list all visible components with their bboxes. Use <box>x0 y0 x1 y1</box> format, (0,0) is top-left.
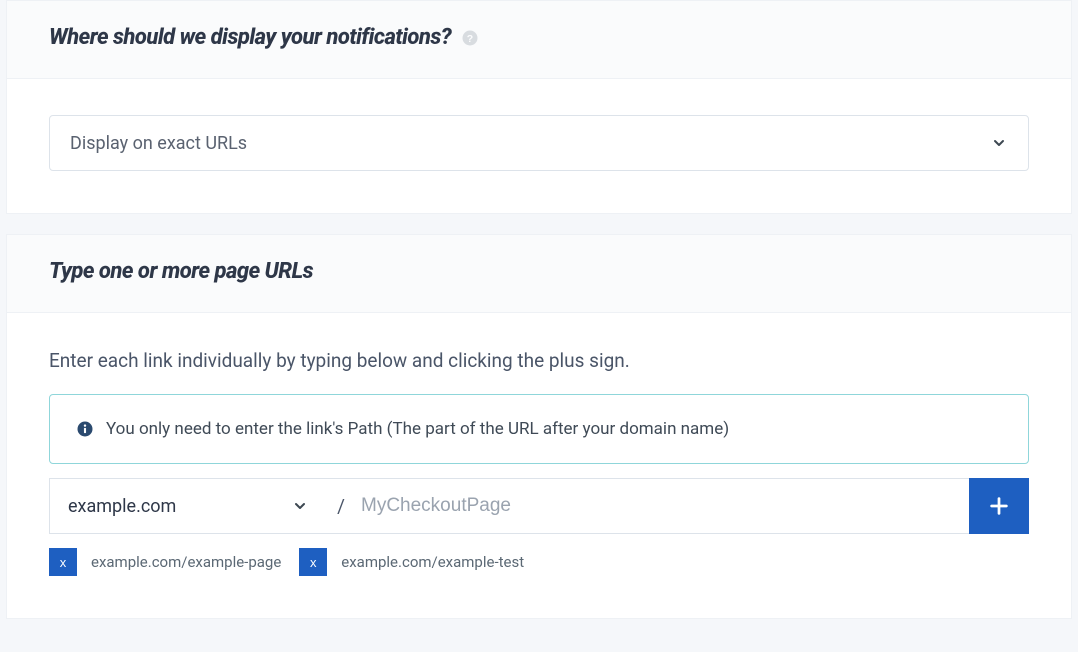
chevron-down-icon <box>291 497 309 515</box>
page-urls-title: Type one or more page URLs <box>49 259 313 284</box>
info-text: You only need to enter the link's Path (… <box>106 419 729 439</box>
display-mode-select[interactable]: Display on exact URLs <box>49 115 1029 171</box>
remove-tag-button[interactable]: x <box>49 548 77 576</box>
instruction-text: Enter each link individually by typing b… <box>49 349 1029 372</box>
path-input[interactable] <box>355 478 969 534</box>
page-urls-panel: Type one or more page URLs Enter each li… <box>6 234 1072 619</box>
remove-tag-button[interactable]: x <box>299 548 327 576</box>
url-tag: x example.com/example-test <box>299 548 524 576</box>
url-input-row: example.com / <box>49 478 1029 534</box>
url-tags: x example.com/example-page x example.com… <box>49 548 1029 576</box>
display-notifications-body: Display on exact URLs <box>7 79 1071 213</box>
display-notifications-header: Where should we display your notificatio… <box>7 1 1071 79</box>
page-urls-body: Enter each link individually by typing b… <box>7 313 1071 618</box>
help-icon[interactable]: ? <box>461 29 479 47</box>
path-slash: / <box>327 478 355 534</box>
tag-label: example.com/example-test <box>341 553 524 571</box>
svg-text:?: ? <box>467 32 473 44</box>
url-tag: x example.com/example-page <box>49 548 281 576</box>
display-notifications-panel: Where should we display your notificatio… <box>6 0 1072 214</box>
page-urls-header: Type one or more page URLs <box>7 235 1071 313</box>
domain-value: example.com <box>68 496 291 517</box>
tag-label: example.com/example-page <box>91 553 281 571</box>
display-notifications-title: Where should we display your notificatio… <box>49 25 451 50</box>
add-url-button[interactable] <box>969 478 1029 534</box>
domain-select[interactable]: example.com <box>49 478 327 534</box>
display-mode-value: Display on exact URLs <box>70 133 990 154</box>
chevron-down-icon <box>990 134 1008 152</box>
info-box: You only need to enter the link's Path (… <box>49 394 1029 464</box>
info-icon <box>76 420 94 438</box>
